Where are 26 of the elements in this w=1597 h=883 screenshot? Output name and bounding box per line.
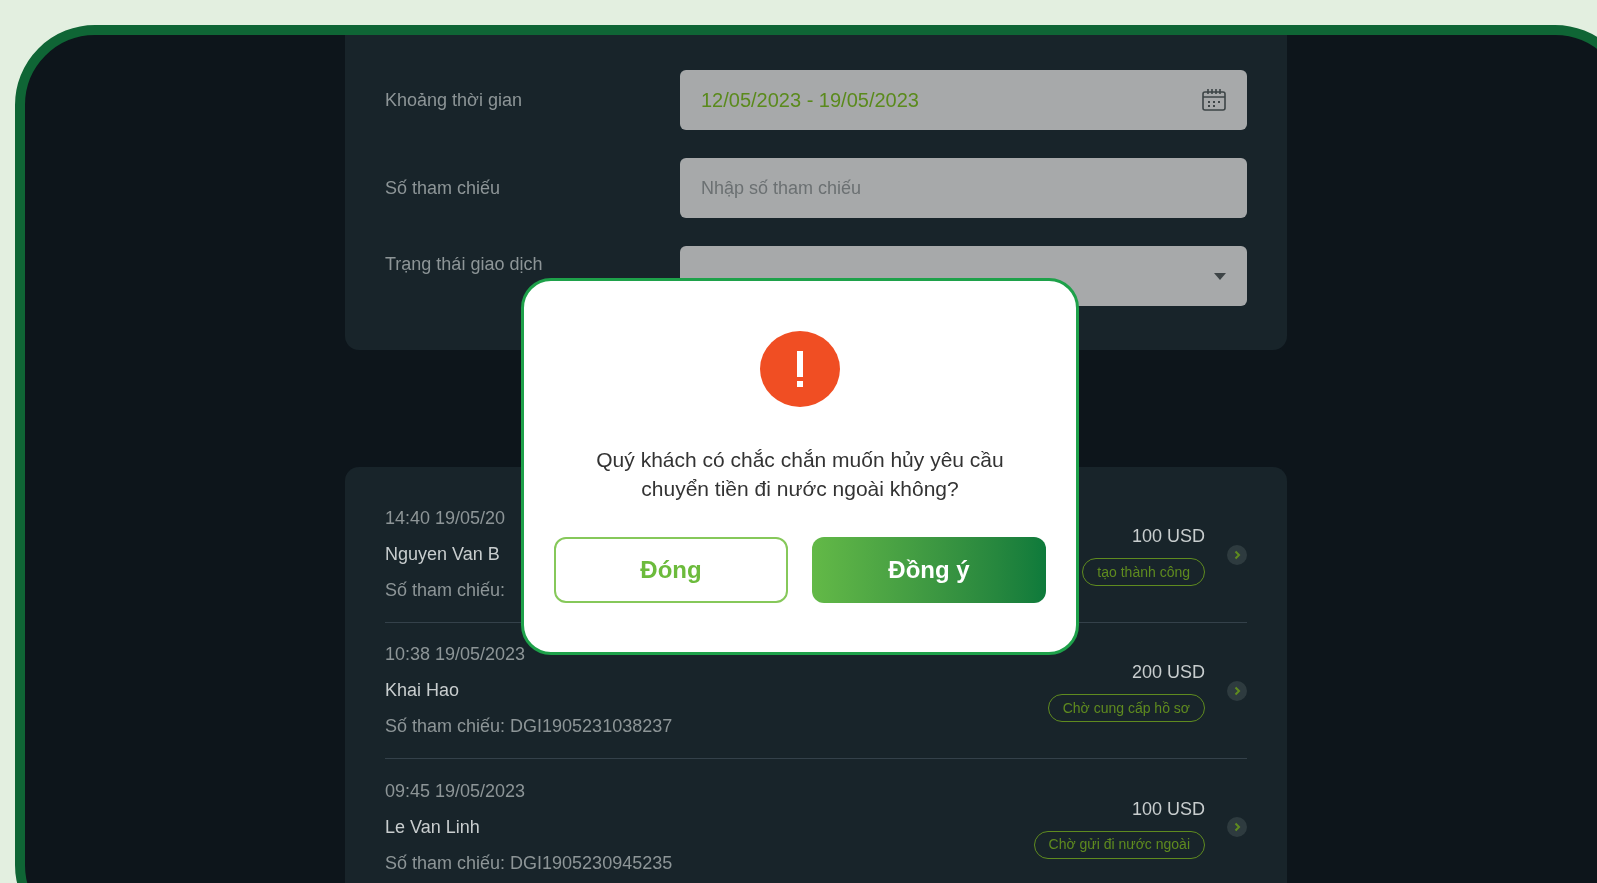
- reference-number: Số tham chiếu: DGI1905231038237: [385, 715, 674, 738]
- field-label: Số tham chiếu: [385, 176, 502, 200]
- confirm-button[interactable]: Đồng ý: [812, 537, 1046, 603]
- reference-number: Số tham chiếu:: [385, 579, 507, 602]
- recipient-name: Khai Hao: [385, 679, 461, 702]
- date-range-field[interactable]: 12/05/2023 - 19/05/2023: [680, 70, 1247, 130]
- amount-text: 100 USD: [1131, 525, 1205, 548]
- chevron-icon[interactable]: [1227, 544, 1247, 565]
- transaction-time: 09:45 19/05/2023: [385, 779, 527, 803]
- recipient-name: Nguyen Van B: [385, 543, 501, 566]
- field-label: Trạng thái giao dịch: [385, 252, 544, 276]
- calendar-icon: [1202, 89, 1226, 111]
- transaction-time: 10:38 19/05/2023: [385, 643, 527, 666]
- recipient-name: Le Van Linh: [385, 815, 481, 839]
- close-button[interactable]: Đóng: [554, 537, 788, 603]
- dialog-message: Quý khách có chắc chắn muốn hủy yêu cầu chuyển tiền đi nước ngoài không?: [595, 447, 1005, 502]
- field-label: Khoảng thời gian: [385, 88, 523, 112]
- transaction-time: 14:40 19/05/20: [385, 507, 507, 530]
- chevron-icon[interactable]: [1227, 680, 1247, 701]
- reference-number: Số tham chiếu: DGI1905230945235: [385, 851, 674, 875]
- reference-input[interactable]: Nhập số tham chiếu: [680, 158, 1247, 218]
- amount-text: 100 USD: [1131, 797, 1205, 821]
- warning-icon: [760, 331, 840, 407]
- caret-icon: [1214, 272, 1226, 280]
- chevron-icon[interactable]: [1227, 817, 1247, 837]
- amount-text: 200 USD: [1131, 661, 1205, 684]
